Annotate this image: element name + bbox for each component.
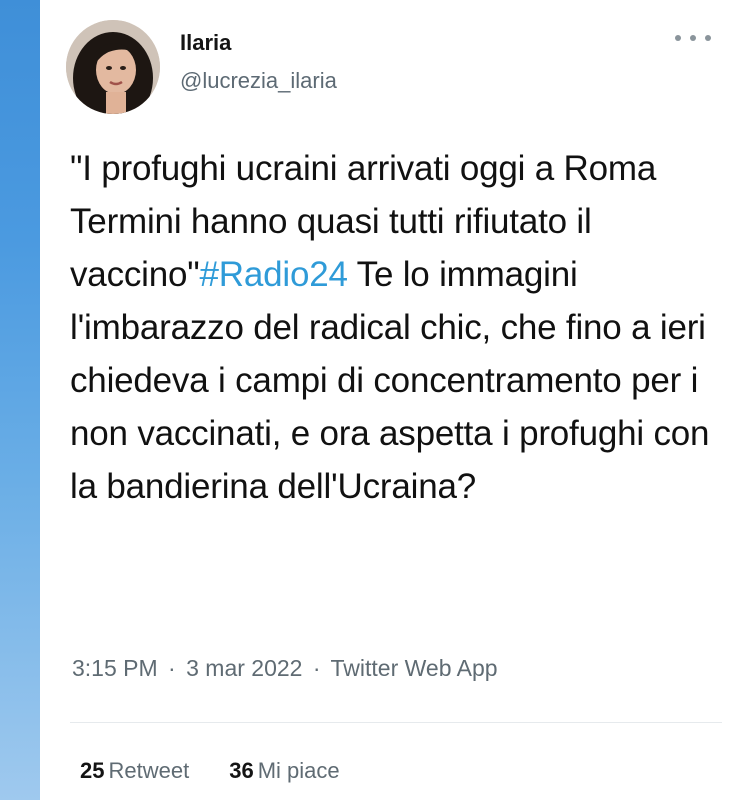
more-horizontal-icon [675, 35, 681, 41]
avatar-image [66, 20, 160, 114]
display-name[interactable]: Ilaria [180, 30, 231, 56]
tweet-text: "I profughi ucraini arrivati oggi a Roma… [70, 142, 720, 513]
meta-separator: · [312, 655, 321, 681]
hashtag-link[interactable]: #Radio24 [200, 255, 348, 294]
tweet-time[interactable]: 3:15 PM [72, 655, 158, 681]
tweet-meta: 3:15 PM · 3 mar 2022 · Twitter Web App [72, 655, 498, 682]
retweets-label: Retweet [108, 758, 190, 783]
likes-label: Mi piace [257, 758, 340, 783]
divider [70, 722, 722, 723]
avatar[interactable] [66, 20, 160, 114]
more-horizontal-icon [705, 35, 711, 41]
tweet-stats: 25 Retweet 36 Mi piace [80, 758, 340, 784]
tweet-date[interactable]: 3 mar 2022 [186, 655, 302, 681]
tweet-source[interactable]: Twitter Web App [331, 655, 498, 681]
tweet-card: Ilaria @lucrezia_ilaria "I profughi ucra… [40, 0, 737, 800]
retweets-stat[interactable]: 25 Retweet [80, 758, 189, 784]
meta-separator: · [168, 655, 176, 681]
background-strip [0, 0, 40, 800]
likes-count: 36 [229, 758, 254, 783]
more-horizontal-icon [690, 35, 696, 41]
more-options-button[interactable] [675, 26, 711, 50]
user-handle[interactable]: @lucrezia_ilaria [180, 68, 337, 94]
retweets-count: 25 [80, 758, 105, 783]
likes-stat[interactable]: 36 Mi piace [229, 758, 339, 784]
